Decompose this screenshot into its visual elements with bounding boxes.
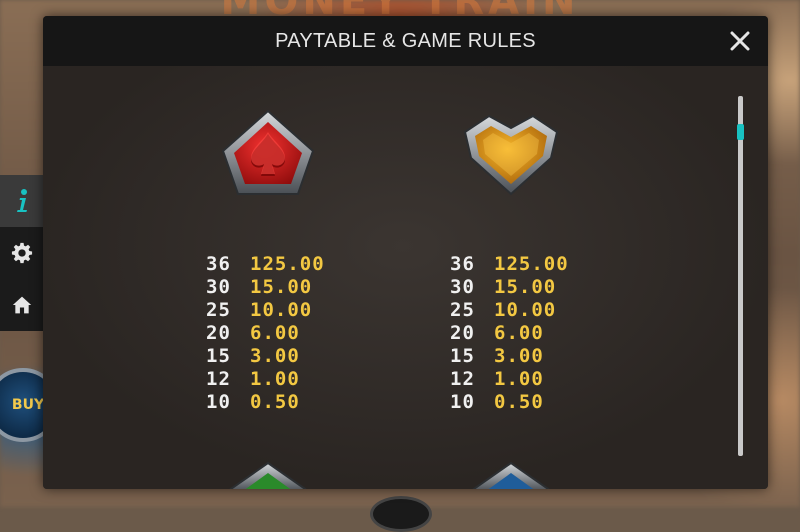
- pay-row: 20 6.00: [206, 321, 325, 344]
- pay-row: 36 125.00: [206, 252, 325, 275]
- pay-row: 25 10.00: [450, 298, 569, 321]
- symbol-count: 10: [450, 390, 475, 413]
- home-icon: [11, 294, 33, 316]
- payout-amount: 6.00: [250, 321, 300, 344]
- spade-paytable: 36 125.00 30 15.00 25 10.00 20 6.00 15 3.00 1…: [206, 252, 325, 413]
- symbol-count: 12: [450, 367, 475, 390]
- blue-diamond-symbol: [466, 461, 556, 489]
- modal-header: PAYTABLE & GAME RULES: [43, 16, 768, 66]
- pay-row: 10 0.50: [206, 390, 325, 413]
- pay-row: 15 3.00: [450, 344, 569, 367]
- symbol-count: 36: [206, 252, 231, 275]
- pay-row: 30 15.00: [206, 275, 325, 298]
- heart-paytable: 36 125.00 30 15.00 25 10.00 20 6.00 15 3.00 1…: [450, 252, 569, 413]
- pay-row: 15 3.00: [206, 344, 325, 367]
- pay-row: 25 10.00: [206, 298, 325, 321]
- close-icon: [730, 31, 750, 51]
- modal-title: PAYTABLE & GAME RULES: [275, 29, 536, 52]
- symbol-count: 25: [450, 298, 475, 321]
- payout-amount: 3.00: [250, 344, 300, 367]
- symbol-count: 10: [206, 390, 231, 413]
- scrollbar-track[interactable]: [738, 96, 743, 456]
- symbol-count: 25: [206, 298, 231, 321]
- payout-amount: 10.00: [494, 298, 557, 321]
- payout-amount: 6.00: [494, 321, 544, 344]
- side-menu: [0, 175, 43, 331]
- pay-row: 20 6.00: [450, 321, 569, 344]
- payout-amount: 15.00: [250, 275, 313, 298]
- green-club-symbol: [223, 461, 313, 489]
- symbol-count: 15: [206, 344, 231, 367]
- info-button[interactable]: [0, 175, 43, 227]
- payout-amount: 3.00: [494, 344, 544, 367]
- gear-icon: [11, 242, 33, 264]
- pay-row: 10 0.50: [450, 390, 569, 413]
- payout-amount: 1.00: [494, 367, 544, 390]
- symbol-count: 30: [206, 275, 231, 298]
- orange-heart-symbol: [461, 106, 561, 202]
- paytable-content[interactable]: 36 125.00 30 15.00 25 10.00 20 6.00 15 3.00 1…: [43, 66, 768, 489]
- red-spade-symbol: [218, 108, 318, 204]
- symbol-count: 36: [450, 252, 475, 275]
- pay-row: 30 15.00: [450, 275, 569, 298]
- payout-amount: 125.00: [250, 252, 325, 275]
- payout-amount: 15.00: [494, 275, 557, 298]
- paytable-modal: PAYTABLE & GAME RULES 36 125.00 30 15.00…: [43, 16, 768, 489]
- payout-amount: 0.50: [250, 390, 300, 413]
- symbol-count: 20: [450, 321, 475, 344]
- pay-row: 12 1.00: [450, 367, 569, 390]
- scrollbar-thumb[interactable]: [737, 124, 744, 140]
- pay-row: 36 125.00: [450, 252, 569, 275]
- payout-amount: 0.50: [494, 390, 544, 413]
- spin-button-partial: [370, 496, 432, 532]
- payout-amount: 125.00: [494, 252, 569, 275]
- payout-amount: 1.00: [250, 367, 300, 390]
- payout-amount: 10.00: [250, 298, 313, 321]
- symbol-count: 20: [206, 321, 231, 344]
- pay-row: 12 1.00: [206, 367, 325, 390]
- symbol-count: 12: [206, 367, 231, 390]
- symbol-count: 30: [450, 275, 475, 298]
- info-icon: [11, 189, 33, 212]
- symbol-count: 15: [450, 344, 475, 367]
- settings-button[interactable]: [0, 227, 43, 279]
- home-button[interactable]: [0, 279, 43, 331]
- close-button[interactable]: [727, 28, 753, 54]
